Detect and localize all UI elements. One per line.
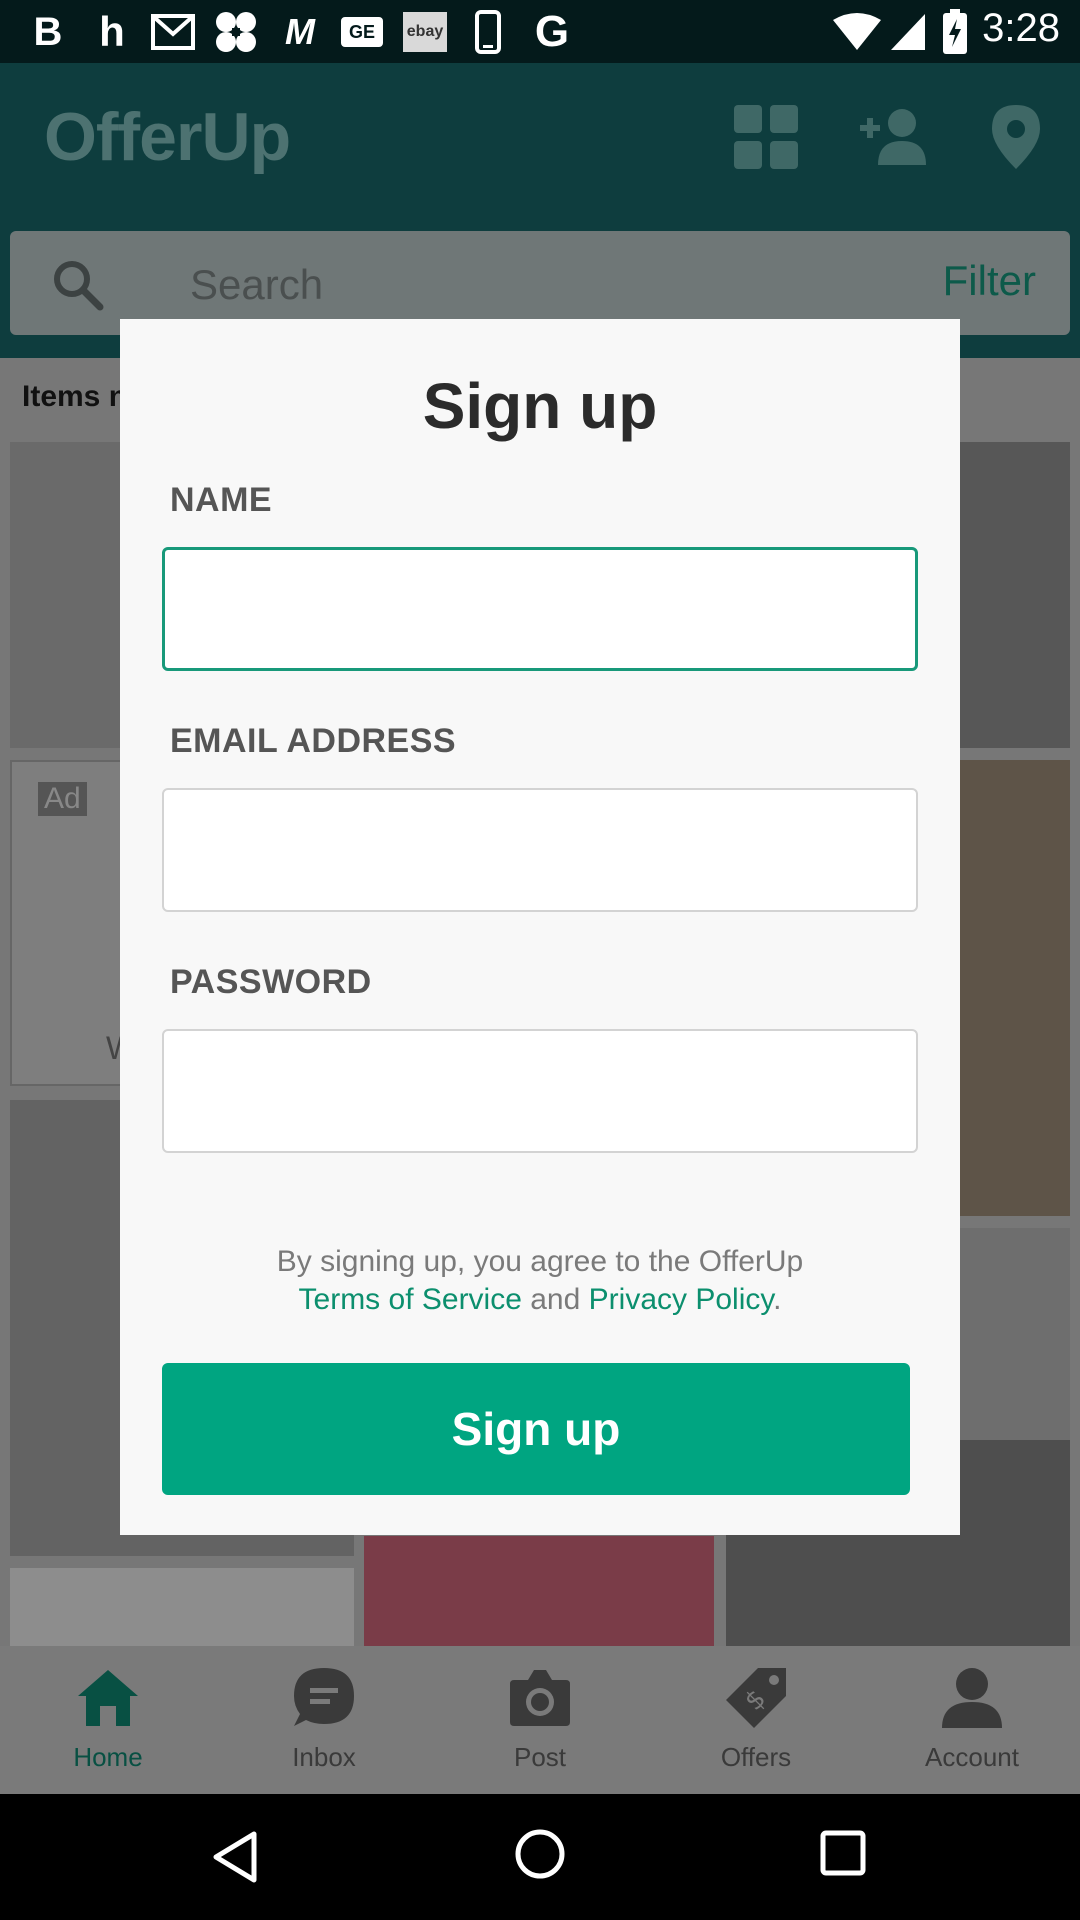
terms-suffix: .	[773, 1283, 782, 1316]
nav-post-label: Post	[513, 1742, 567, 1772]
name-label: NAME	[170, 481, 273, 519]
privacy-policy-link[interactable]: Privacy Policy	[589, 1283, 773, 1316]
signup-button[interactable]: Sign up	[162, 1363, 910, 1495]
item-tile[interactable]	[364, 1536, 714, 1646]
email-label: EMAIL ADDRESS	[170, 722, 457, 760]
nav-account[interactable]: Account	[864, 1646, 1080, 1794]
m-icon: M	[285, 11, 315, 52]
terms-prefix: By signing up, you agree to the OfferUp	[276, 1245, 804, 1278]
status-bar: B h M GE ebay G 3:28	[0, 0, 1080, 63]
nav-offers-label: Offers	[720, 1742, 792, 1772]
add-person-icon[interactable]	[858, 101, 930, 173]
gmail-icon	[150, 10, 196, 54]
camera-icon	[510, 1670, 570, 1726]
search-input[interactable]: Search	[190, 261, 323, 309]
name-field[interactable]	[162, 547, 918, 671]
nav-home[interactable]: Home	[0, 1646, 216, 1794]
terms-of-service-link[interactable]: Terms of Service	[299, 1283, 522, 1316]
chat-icon	[294, 1668, 354, 1726]
phone-icon	[470, 10, 506, 54]
ebay-icon: ebay	[402, 10, 448, 54]
h-icon: h	[99, 8, 125, 55]
nav-post[interactable]: Post	[432, 1646, 648, 1794]
signup-dialog: Sign up NAME EMAIL ADDRESS PASSWORD By s…	[120, 319, 960, 1535]
feed-section-label: Items n	[22, 380, 128, 413]
terms-notice: By signing up, you agree to the OfferUp …	[120, 1243, 960, 1319]
wifi-icon	[830, 10, 884, 54]
offerup-logo: OfferUp	[44, 99, 291, 175]
price-tag-icon: $	[726, 1668, 786, 1728]
grid-icon[interactable]	[730, 101, 802, 173]
nav-home-label: Home	[73, 1742, 143, 1772]
filter-button[interactable]: Filter	[943, 257, 1036, 305]
person-icon	[942, 1668, 1002, 1728]
g-icon: G	[534, 7, 570, 56]
search-icon	[50, 257, 106, 313]
email-field[interactable]	[162, 788, 918, 912]
password-field[interactable]	[162, 1029, 918, 1153]
home-icon	[78, 1670, 138, 1726]
item-tile[interactable]	[960, 760, 1070, 1216]
bottom-navigation: Home Inbox Post $ Offers Account	[0, 1646, 1080, 1794]
nav-inbox-label: Inbox	[292, 1742, 356, 1772]
password-label: PASSWORD	[170, 963, 372, 1001]
battery-charging-icon	[940, 9, 970, 54]
item-tile[interactable]: Ad W	[10, 760, 136, 1086]
nav-offers[interactable]: $ Offers	[648, 1646, 864, 1794]
dialog-title: Sign up	[422, 370, 658, 442]
app-bar: OfferUp Search Filter	[0, 63, 1080, 358]
ad-badge: Ad	[38, 782, 87, 816]
back-icon[interactable]	[210, 1830, 260, 1884]
location-pin-icon[interactable]	[980, 101, 1052, 173]
signal-icon	[888, 10, 928, 54]
system-navigation-bar	[0, 1794, 1080, 1920]
item-tile[interactable]	[10, 1568, 354, 1646]
item-tile[interactable]	[960, 442, 1070, 748]
item-tile[interactable]	[10, 442, 122, 748]
nav-inbox[interactable]: Inbox	[216, 1646, 432, 1794]
nav-account-label: Account	[925, 1742, 1019, 1772]
puzzle-icon	[212, 10, 260, 54]
recents-icon[interactable]	[820, 1830, 866, 1876]
terms-and: and	[530, 1283, 581, 1316]
ge-icon: GE	[340, 10, 384, 54]
clock: 3:28	[982, 6, 1060, 50]
b-icon: B	[33, 9, 63, 54]
home-circle-icon[interactable]	[514, 1828, 566, 1880]
